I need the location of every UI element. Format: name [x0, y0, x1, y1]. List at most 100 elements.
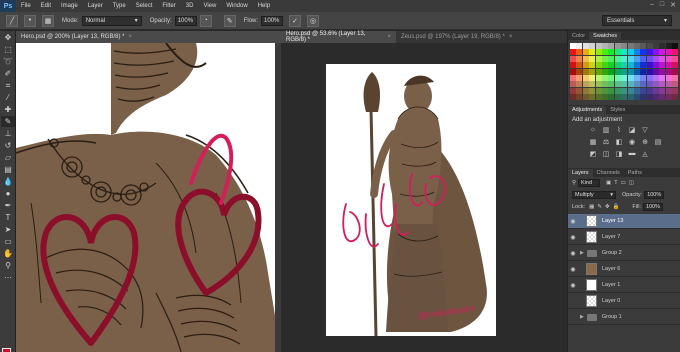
- swatch-cell[interactable]: [582, 81, 589, 88]
- swatch-cell[interactable]: [653, 49, 660, 56]
- swatch-cell[interactable]: [653, 68, 660, 75]
- brush-tool-icon[interactable]: ✎: [1, 116, 15, 127]
- tab-styles[interactable]: Styles: [606, 106, 629, 114]
- swatch-cell[interactable]: [601, 55, 608, 62]
- swatch-cell[interactable]: [621, 49, 628, 56]
- swatch-cell[interactable]: [665, 87, 672, 94]
- swatch-cell[interactable]: [633, 62, 640, 69]
- swatch-cell[interactable]: [576, 49, 583, 56]
- swatch-cell[interactable]: [576, 43, 583, 49]
- swatch-cell[interactable]: [614, 55, 621, 62]
- swatch-cell[interactable]: [646, 81, 653, 88]
- swatch-cell[interactable]: [627, 49, 634, 56]
- swatch-cell[interactable]: [659, 43, 666, 49]
- pressure-size-icon[interactable]: ◎: [307, 14, 320, 27]
- swatch-cell[interactable]: [672, 68, 679, 75]
- menu-view[interactable]: View: [198, 3, 221, 9]
- crop-tool-icon[interactable]: ⌗: [1, 80, 15, 91]
- swatch-cell[interactable]: [601, 49, 608, 56]
- swatch-cell[interactable]: [672, 55, 679, 62]
- healing-tool-icon[interactable]: ✚: [1, 104, 15, 115]
- swatch-cell[interactable]: [633, 87, 640, 94]
- canvas-hero-zoomed[interactable]: [16, 43, 281, 352]
- swatch-cell[interactable]: [621, 87, 628, 94]
- brush-preset-icon[interactable]: ╱: [6, 14, 18, 27]
- invert-icon[interactable]: ◩: [588, 149, 598, 158]
- swatch-cell[interactable]: [621, 68, 628, 75]
- swatch-cell[interactable]: [582, 62, 589, 69]
- fill-input[interactable]: 100%: [642, 203, 663, 211]
- swatch-cell[interactable]: [665, 55, 672, 62]
- swatch-cell[interactable]: [646, 43, 653, 49]
- gradient-map-icon[interactable]: ▬: [627, 149, 637, 158]
- swatch-cell[interactable]: [640, 94, 647, 101]
- swatch-cell[interactable]: [621, 55, 628, 62]
- photo-filter-icon[interactable]: ◉: [627, 137, 637, 146]
- swatch-cell[interactable]: [646, 49, 653, 56]
- menu-window[interactable]: Window: [221, 3, 252, 9]
- swatch-cell[interactable]: [595, 55, 602, 62]
- clone-stamp-tool-icon[interactable]: ⊥: [1, 128, 15, 139]
- swatch-cell[interactable]: [589, 62, 596, 69]
- color-balance-icon[interactable]: ⚖: [601, 137, 611, 146]
- swatch-cell[interactable]: [659, 81, 666, 88]
- swatch-cell[interactable]: [570, 68, 576, 75]
- tab-adjustments[interactable]: Adjustments: [568, 106, 607, 114]
- swatch-cell[interactable]: [614, 49, 621, 56]
- swatch-cell[interactable]: [589, 94, 596, 101]
- group-row[interactable]: ▶ Group 1: [568, 310, 680, 325]
- swatch-cell[interactable]: [608, 55, 615, 62]
- swatch-cell[interactable]: [672, 49, 679, 56]
- swatch-cell[interactable]: [595, 81, 602, 88]
- swatch-cell[interactable]: [608, 87, 615, 94]
- swatch-cell[interactable]: [570, 49, 576, 56]
- swatch-cell[interactable]: [576, 68, 583, 75]
- swatch-cell[interactable]: [614, 68, 621, 75]
- layer-opacity-input[interactable]: 100%: [644, 191, 665, 199]
- swatch-cell[interactable]: [608, 49, 615, 56]
- menu-filter[interactable]: Filter: [157, 3, 180, 9]
- layer-row[interactable]: ◉ Layer 6: [568, 262, 680, 277]
- swatch-cell[interactable]: [570, 94, 576, 101]
- swatch-cell[interactable]: [621, 94, 628, 101]
- layer-row[interactable]: ◉ Layer 1: [568, 278, 680, 293]
- brightness-icon[interactable]: ☼: [588, 125, 598, 134]
- swatch-cell[interactable]: [589, 68, 596, 75]
- swatch-cell[interactable]: [640, 87, 647, 94]
- flow-input[interactable]: 100%: [261, 15, 284, 26]
- type-tool-icon[interactable]: T: [1, 212, 15, 223]
- mode-select[interactable]: Normal ▾: [81, 15, 142, 26]
- pen-tool-icon[interactable]: ✒: [1, 200, 15, 211]
- swatch-cell[interactable]: [595, 62, 602, 69]
- gradient-tool-icon[interactable]: ▤: [1, 164, 15, 175]
- swatch-cell[interactable]: [614, 74, 621, 81]
- swatch-cell[interactable]: [646, 55, 653, 62]
- swatch-cell[interactable]: [646, 74, 653, 81]
- swatch-cell[interactable]: [659, 62, 666, 69]
- swatch-cell[interactable]: [601, 87, 608, 94]
- swatch-cell[interactable]: [627, 87, 634, 94]
- swatch-cell[interactable]: [672, 81, 679, 88]
- swatch-cell[interactable]: [672, 74, 679, 81]
- swatch-cell[interactable]: [653, 87, 660, 94]
- quick-select-tool-icon[interactable]: ✐: [1, 68, 15, 79]
- menu-layer[interactable]: Layer: [83, 3, 108, 9]
- history-brush-tool-icon[interactable]: ↺: [1, 140, 15, 151]
- swatch-cell[interactable]: [589, 81, 596, 88]
- posterize-icon[interactable]: ◫: [601, 149, 611, 158]
- swatch-cell[interactable]: [653, 62, 660, 69]
- menu-help[interactable]: Help: [253, 3, 275, 9]
- swatch-cell[interactable]: [608, 94, 615, 101]
- swatch-cell[interactable]: [589, 49, 596, 56]
- lasso-tool-icon[interactable]: ➰: [1, 56, 15, 67]
- swatch-cell[interactable]: [595, 87, 602, 94]
- close-icon[interactable]: ×: [387, 34, 391, 40]
- swatch-cell[interactable]: [627, 74, 634, 81]
- swatch-cell[interactable]: [627, 43, 634, 49]
- swatch-cell[interactable]: [672, 87, 679, 94]
- brush-size-picker[interactable]: •: [24, 14, 36, 27]
- blend-mode-select[interactable]: Multiply ▾: [572, 191, 616, 199]
- swatch-cell[interactable]: [582, 43, 589, 49]
- swatch-cell[interactable]: [659, 74, 666, 81]
- swatch-cell[interactable]: [582, 68, 589, 75]
